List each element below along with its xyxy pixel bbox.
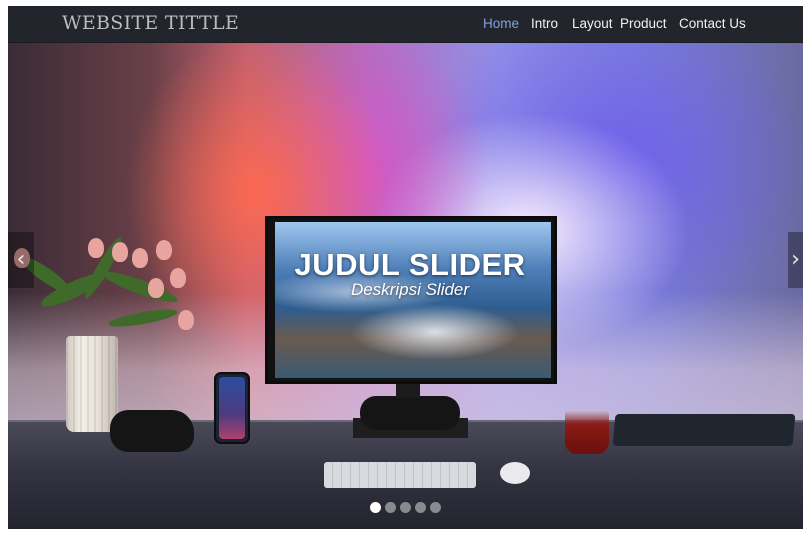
page-frame: WEBSITE TITTLE Home Intro Layout Product… — [8, 6, 803, 529]
carousel-indicator-dot[interactable] — [415, 502, 426, 513]
carousel-next-button[interactable]: › — [788, 232, 803, 288]
slide-title: JUDUL SLIDER — [294, 247, 526, 282]
laptop-image — [612, 414, 796, 446]
slide-caption: JUDUL SLIDER Deskripsi Slider — [263, 248, 557, 300]
carousel-indicators — [8, 502, 803, 514]
monitor-image — [265, 216, 557, 384]
carousel-indicator-dot[interactable] — [430, 502, 441, 513]
nav-item-intro[interactable]: Intro — [531, 16, 558, 31]
site-title[interactable]: WEBSITE TITTLE — [62, 12, 239, 34]
mouse-image — [500, 462, 530, 484]
nav-item-product[interactable]: Product — [620, 16, 667, 31]
carousel-indicator-dot[interactable] — [385, 502, 396, 513]
nav-item-layout[interactable]: Layout — [572, 16, 613, 31]
navbar: WEBSITE TITTLE Home Intro Layout Product… — [8, 6, 803, 43]
carousel-slide: JUDUL SLIDER Deskripsi Slider ‹ › — [8, 42, 803, 529]
slide-description: Deskripsi Slider — [350, 280, 470, 299]
nav-item-contact-us[interactable]: Contact Us — [679, 16, 746, 31]
keyboard-image — [324, 462, 476, 488]
nav-item-home[interactable]: Home — [483, 16, 519, 31]
mug-image — [565, 410, 609, 454]
phone-image — [214, 372, 250, 444]
chevron-left-icon: ‹ — [16, 247, 26, 272]
carousel-indicator-dot[interactable] — [400, 502, 411, 513]
chevron-right-icon: › — [791, 247, 800, 272]
carousel-prev-button[interactable]: ‹ — [8, 232, 34, 288]
headphones-image — [110, 410, 194, 452]
carousel-indicator-dot[interactable] — [370, 502, 381, 513]
monitor-stand — [360, 396, 460, 430]
